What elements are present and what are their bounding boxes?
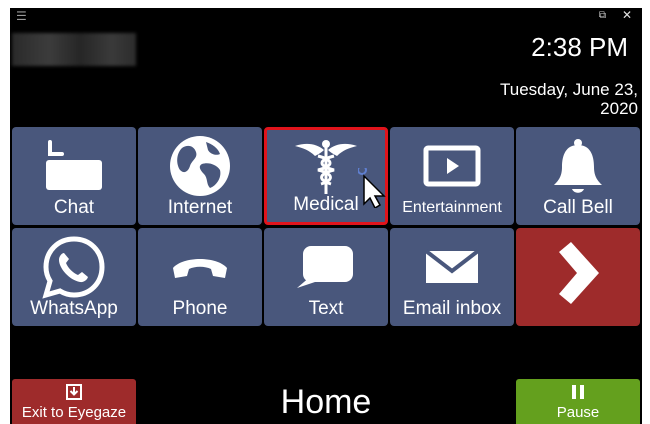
chevron-right-icon	[559, 242, 599, 304]
title-bar: ☰ ⧉ ✕	[10, 8, 642, 26]
chat-label: Chat	[53, 197, 95, 218]
close-window-icon[interactable]: ✕	[622, 9, 632, 21]
envelope-icon	[424, 249, 480, 283]
speech-bubble-icon	[297, 246, 353, 288]
restore-window-icon[interactable]: ⧉	[599, 10, 606, 22]
whatsapp-label: WhatsApp	[30, 298, 118, 319]
internet-tile[interactable]: Internet	[138, 127, 262, 225]
email-inbox-tile[interactable]: Email inbox	[390, 228, 514, 326]
entertainment-label: Entertainment	[402, 199, 502, 216]
text-label: Text	[308, 298, 344, 319]
chat-tile[interactable]: Chat	[12, 127, 136, 225]
pause-button[interactable]: Pause	[516, 379, 640, 424]
entertainment-tile[interactable]: Entertainment	[390, 127, 514, 225]
caduceus-icon	[295, 140, 357, 194]
internet-label: Internet	[167, 197, 233, 218]
play-screen-icon	[423, 145, 481, 187]
call-bell-label: Call Bell	[543, 197, 613, 218]
exit-download-icon	[66, 384, 82, 400]
exit-label: Exit to Eyegaze	[21, 404, 127, 421]
exit-to-eyegaze-button[interactable]: Exit to Eyegaze	[12, 379, 136, 424]
globe-icon	[170, 136, 230, 196]
bell-icon	[554, 139, 602, 193]
eyegaze-screen: ☰ ⧉ ✕ 2:38 PM Tuesday, June 23, 2020 Cha…	[10, 8, 642, 424]
clock-time: 2:38 PM	[531, 32, 628, 62]
page-title: Home	[280, 383, 372, 421]
pause-icon	[572, 385, 584, 399]
text-tile[interactable]: Text	[264, 228, 388, 326]
phone-label: Phone	[172, 298, 228, 319]
current-date: Tuesday, June 23, 2020	[500, 80, 638, 118]
email-inbox-label: Email inbox	[402, 298, 502, 319]
whatsapp-tile[interactable]: WhatsApp	[12, 228, 136, 326]
medical-label: Medical	[293, 194, 359, 215]
blurred-user-name	[12, 33, 136, 66]
whatsapp-icon	[42, 236, 105, 299]
keyboard-icon	[46, 140, 102, 190]
pause-label: Pause	[556, 404, 600, 421]
phone-handset-icon	[173, 259, 227, 278]
medical-tile[interactable]: Medical	[264, 127, 388, 225]
call-bell-tile[interactable]: Call Bell	[516, 127, 640, 225]
hamburger-menu-icon[interactable]: ☰	[16, 10, 27, 22]
phone-tile[interactable]: Phone	[138, 228, 262, 326]
next-page-tile[interactable]	[516, 228, 640, 326]
